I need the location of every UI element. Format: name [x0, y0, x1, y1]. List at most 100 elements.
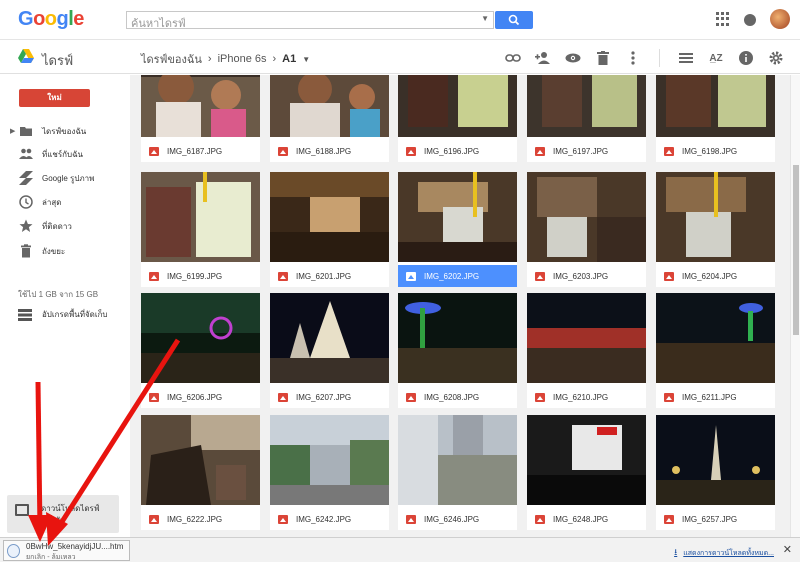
main-scrollbar[interactable] [790, 75, 800, 537]
backup-promo-line2: สำหรับ [41, 516, 66, 525]
file-name: IMG_6257.JPG [682, 514, 738, 524]
search-options-icon[interactable]: ▼ [481, 14, 489, 23]
sidebar-item-photos[interactable]: Google รูปภาพ [0, 167, 130, 189]
file-name: IMG_6210.JPG [553, 392, 609, 402]
file-card[interactable]: IMG_6211.JPG [656, 293, 775, 408]
sidebar-item-trash[interactable]: ถังขยะ [0, 240, 130, 262]
file-name: IMG_6207.JPG [296, 392, 352, 402]
image-file-icon [278, 514, 288, 524]
settings-gear-icon[interactable] [768, 50, 784, 66]
link-icon[interactable] [505, 50, 521, 66]
breadcrumb-my-drive[interactable]: ไดรฟ์ของฉัน [141, 50, 202, 68]
photos-icon [19, 171, 33, 185]
download-arrow-icon: ⭳ [674, 547, 678, 557]
drive-logo-icon [18, 49, 34, 63]
file-card[interactable]: IMG_6204.JPG [656, 172, 775, 287]
file-card[interactable]: IMG_6257.JPG [656, 415, 775, 530]
sidebar-item-recent[interactable]: ล่าสุด [0, 191, 130, 213]
file-thumbnail [656, 75, 775, 137]
add-person-icon[interactable] [535, 50, 551, 66]
notifications-icon[interactable] [744, 13, 756, 26]
more-vert-icon[interactable] [625, 50, 641, 66]
file-name: IMG_6187.JPG [167, 146, 223, 156]
top-bar: Google ค้นหาไดรฟ์ ▼ [0, 0, 800, 40]
sidebar-item-shared[interactable]: ที่แชร์กับฉัน [0, 143, 130, 165]
file-thumbnail [527, 75, 646, 137]
file-thumbnail [270, 75, 389, 137]
upgrade-storage-link[interactable]: อัปเกรดพื้นที่จัดเก็บ [18, 308, 108, 321]
info-icon[interactable] [738, 50, 754, 66]
file-thumbnail [270, 415, 389, 505]
show-all-downloads-link[interactable]: ⭳ แสดงการดาวน์โหลดทั้งหมด... [674, 545, 774, 561]
file-card[interactable]: IMG_6197.JPG [527, 75, 646, 162]
file-card[interactable]: IMG_6222.JPG [141, 415, 260, 530]
file-name: IMG_6199.JPG [167, 271, 223, 281]
trash-icon[interactable] [595, 50, 611, 66]
file-name: IMG_6248.JPG [553, 514, 609, 524]
file-name: IMG_6198.JPG [682, 146, 738, 156]
list-view-icon[interactable] [678, 50, 694, 66]
chevron-down-icon[interactable]: ▼ [302, 55, 310, 64]
image-file-icon [149, 271, 159, 281]
file-thumbnail [270, 172, 389, 262]
image-file-icon [278, 271, 288, 281]
download-backup-promo[interactable]: ดาวน์โหลดไดรฟ์ สำหรับ [7, 495, 119, 533]
sidebar-item-label: ที่แชร์กับฉัน [42, 149, 83, 159]
search-button[interactable] [495, 11, 533, 29]
image-file-icon [664, 392, 674, 402]
file-card-selected[interactable]: IMG_6202.JPG [398, 172, 517, 287]
search-input[interactable]: ค้นหาไดรฟ์ ▼ [126, 11, 494, 30]
drive-subbar: ไดรฟ์ ไดรฟ์ของฉัน › iPhone 6s › A1 ▼ A̲Z [0, 40, 800, 74]
file-card[interactable]: IMG_6188.JPG [270, 75, 389, 162]
drive-title[interactable]: ไดรฟ์ [42, 50, 73, 71]
file-name: IMG_6206.JPG [167, 392, 223, 402]
file-thumbnail [527, 172, 646, 262]
file-card[interactable]: IMG_6201.JPG [270, 172, 389, 287]
file-card[interactable]: IMG_6196.JPG [398, 75, 517, 162]
file-card[interactable]: IMG_6208.JPG [398, 293, 517, 408]
google-logo[interactable]: Google [18, 8, 84, 31]
search-icon [508, 14, 520, 26]
file-card[interactable]: IMG_6203.JPG [527, 172, 646, 287]
logo-letter: G [18, 8, 34, 30]
image-file-icon [535, 514, 545, 524]
image-file-icon [535, 392, 545, 402]
file-card[interactable]: IMG_6248.JPG [527, 415, 646, 530]
file-thumbnail [141, 75, 260, 137]
file-thumbnail [527, 415, 646, 505]
file-name: IMG_6222.JPG [167, 514, 223, 524]
apps-grid-icon[interactable] [716, 12, 730, 26]
sidebar-item-my-drive[interactable]: ▶ ไดรฟ์ของฉัน [0, 120, 130, 142]
file-card[interactable]: IMG_6187.JPG [141, 75, 260, 162]
image-file-icon [149, 392, 159, 402]
image-file-icon [664, 146, 674, 156]
image-file-icon [535, 146, 545, 156]
new-button[interactable]: ใหม่ [19, 89, 90, 107]
file-card[interactable]: IMG_6210.JPG [527, 293, 646, 408]
file-card[interactable]: IMG_6207.JPG [270, 293, 389, 408]
expand-caret-icon[interactable]: ▶ [10, 127, 15, 135]
sort-az-icon[interactable]: A̲Z [708, 50, 724, 66]
file-download-icon [7, 544, 20, 558]
file-name: IMG_6242.JPG [296, 514, 352, 524]
download-item[interactable]: 0BwHw_5kenayidjJU....htm ยกเลิก - ล้มเหล… [3, 540, 130, 561]
file-card[interactable]: IMG_6242.JPG [270, 415, 389, 530]
file-thumbnail [398, 75, 517, 137]
close-icon[interactable]: ✕ [783, 543, 792, 556]
preview-eye-icon[interactable] [565, 50, 581, 66]
file-card[interactable]: IMG_6198.JPG [656, 75, 775, 162]
file-card[interactable]: IMG_6246.JPG [398, 415, 517, 530]
file-card[interactable]: IMG_6199.JPG [141, 172, 260, 287]
breadcrumb-current-folder[interactable]: A1 [282, 53, 296, 65]
file-thumbnail [656, 293, 775, 383]
avatar[interactable] [770, 9, 790, 29]
scrollbar-thumb[interactable] [793, 165, 799, 335]
star-icon [19, 219, 33, 232]
breadcrumb-iphone[interactable]: iPhone 6s [218, 53, 267, 65]
download-status: ยกเลิก - ล้มเหลว [26, 554, 76, 561]
file-card[interactable]: IMG_6206.JPG [141, 293, 260, 408]
file-thumbnail [270, 293, 389, 383]
file-thumbnail [656, 415, 775, 505]
sidebar-item-starred[interactable]: ที่ติดดาว [0, 215, 130, 237]
file-thumbnail [398, 415, 517, 505]
